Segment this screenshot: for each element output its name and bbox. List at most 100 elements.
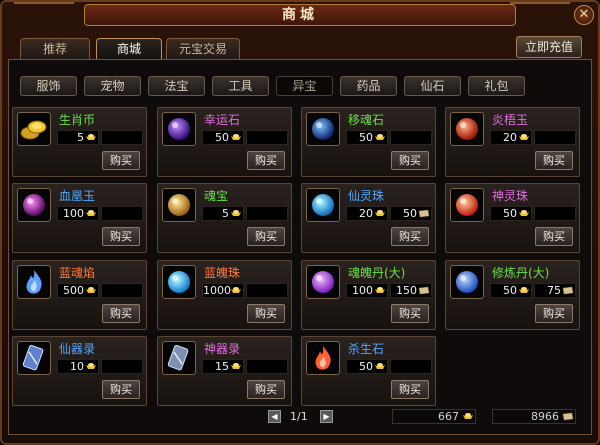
title-ornament-right xyxy=(510,2,570,28)
tab-recommend[interactable]: 推荐 xyxy=(20,38,90,60)
close-button[interactable]: ✕ xyxy=(574,5,594,25)
gold-ingot-icon xyxy=(375,287,385,293)
divine-scroll-icon[interactable] xyxy=(162,341,196,375)
subtab-treasures[interactable]: 法宝 xyxy=(148,76,205,96)
spirit-pearl-icon[interactable] xyxy=(306,188,340,222)
kill-stone-icon[interactable] xyxy=(306,341,340,375)
item-price-value: 1000 xyxy=(203,284,231,297)
shop-item-card: 神器录 15 购买 xyxy=(157,336,292,406)
tab-ingot-trade[interactable]: 元宝交易 xyxy=(166,38,240,60)
buy-button[interactable]: 购买 xyxy=(391,304,429,323)
ticket-icon xyxy=(418,286,430,295)
item-price-alt: 75 xyxy=(534,283,576,298)
divine-pearl-icon[interactable] xyxy=(450,188,484,222)
item-price-value: 100 xyxy=(352,284,373,297)
item-name: 生肖币 xyxy=(59,113,96,127)
recharge-button[interactable]: 立即充值 xyxy=(516,36,582,58)
subtab-gift-packs[interactable]: 礼包 xyxy=(468,76,525,96)
item-price-alt: 150 xyxy=(390,283,432,298)
buy-button[interactable]: 购买 xyxy=(535,151,573,170)
shop-item-card: 蓝魂焰 500 购买 xyxy=(12,260,147,330)
buy-button[interactable]: 购买 xyxy=(102,304,140,323)
buy-button[interactable]: 购买 xyxy=(391,151,429,170)
gold-ingot-icon xyxy=(463,413,473,419)
ticket-icon xyxy=(418,209,430,218)
tab-shop[interactable]: 商城 xyxy=(96,38,162,60)
lucky-stone-icon[interactable] xyxy=(162,112,196,146)
blood-jade-icon[interactable] xyxy=(17,188,51,222)
page-indicator: 1/1 xyxy=(290,410,308,423)
subtab-rare-treasures[interactable]: 异宝 xyxy=(276,76,333,96)
buy-button[interactable]: 购买 xyxy=(102,380,140,399)
item-price-alt xyxy=(101,283,143,298)
gold-ingot-icon xyxy=(231,363,241,369)
item-price-value: 50 xyxy=(503,207,517,220)
item-price-value: 50 xyxy=(503,284,517,297)
item-name: 魂宝 xyxy=(204,189,229,203)
item-name: 幸运石 xyxy=(204,113,241,127)
title-ornament-left xyxy=(14,2,74,28)
item-price-alt xyxy=(101,206,143,221)
buy-button[interactable]: 购买 xyxy=(247,227,285,246)
item-price-value: 10 xyxy=(70,360,84,373)
item-price: 15 xyxy=(202,359,244,374)
item-price: 20 xyxy=(490,130,532,145)
soul-pill-icon[interactable] xyxy=(306,265,340,299)
item-price-alt xyxy=(390,130,432,145)
gold-ingot-icon xyxy=(231,287,241,293)
subtab-clothing[interactable]: 服饰 xyxy=(20,76,77,96)
subtab-tools[interactable]: 工具 xyxy=(212,76,269,96)
shop-item-card: 神灵珠 50 购买 xyxy=(445,183,580,253)
training-pill-icon[interactable] xyxy=(450,265,484,299)
item-price-value: 20 xyxy=(503,131,517,144)
immortal-scroll-icon[interactable] xyxy=(17,341,51,375)
ticket-balance: 8966 xyxy=(492,409,576,424)
next-page-button[interactable]: ▶ xyxy=(320,410,333,423)
item-name: 杀生石 xyxy=(348,342,385,356)
subtab-pets[interactable]: 宠物 xyxy=(84,76,141,96)
item-price-alt xyxy=(534,130,576,145)
subtab-immortal-stones[interactable]: 仙石 xyxy=(404,76,461,96)
shop-item-card: 修炼丹(大) 50 75 购买 xyxy=(445,260,580,330)
subtab-medicine[interactable]: 药品 xyxy=(340,76,397,96)
flame-jade-icon[interactable] xyxy=(450,112,484,146)
gold-ingot-icon xyxy=(86,134,96,140)
buy-button[interactable]: 购买 xyxy=(102,227,140,246)
ticket-icon xyxy=(562,286,574,295)
buy-button[interactable]: 购买 xyxy=(391,380,429,399)
blue-orb-icon[interactable] xyxy=(162,265,196,299)
shop-item-card: 移魂石 50 购买 xyxy=(301,107,436,177)
gold-ingot-icon xyxy=(86,210,96,216)
gold-coins-icon[interactable] xyxy=(17,112,51,146)
ingot-balance-value: 667 xyxy=(438,410,459,423)
window-title: 商城 xyxy=(84,4,516,26)
soul-stone-icon[interactable] xyxy=(306,112,340,146)
item-name: 仙器录 xyxy=(59,342,96,356)
item-price-alt xyxy=(534,206,576,221)
shop-item-card: 魂魄丹(大) 100 150 购买 xyxy=(301,260,436,330)
buy-button[interactable]: 购买 xyxy=(391,227,429,246)
gold-ingot-icon xyxy=(375,363,385,369)
item-price-value: 20 xyxy=(359,207,373,220)
buy-button[interactable]: 购买 xyxy=(247,380,285,399)
gold-ingot-icon xyxy=(375,210,385,216)
blue-flame-icon[interactable] xyxy=(17,265,51,299)
buy-button[interactable]: 购买 xyxy=(247,151,285,170)
prev-page-button[interactable]: ◀ xyxy=(268,410,281,423)
item-price: 50 xyxy=(346,359,388,374)
gold-ingot-icon xyxy=(375,134,385,140)
buy-button[interactable]: 购买 xyxy=(535,304,573,323)
item-price: 50 xyxy=(202,130,244,145)
buy-button[interactable]: 购买 xyxy=(247,304,285,323)
gold-ingot-icon xyxy=(86,363,96,369)
item-price-value: 500 xyxy=(63,284,84,297)
item-price: 50 xyxy=(490,283,532,298)
item-price: 100 xyxy=(57,206,99,221)
soul-treasure-icon[interactable] xyxy=(162,188,196,222)
buy-button[interactable]: 购买 xyxy=(102,151,140,170)
shop-item-card: 幸运石 50 购买 xyxy=(157,107,292,177)
item-price: 5 xyxy=(57,130,99,145)
buy-button[interactable]: 购买 xyxy=(535,227,573,246)
shop-item-card: 仙灵珠 20 50 购买 xyxy=(301,183,436,253)
item-price: 1000 xyxy=(202,283,244,298)
